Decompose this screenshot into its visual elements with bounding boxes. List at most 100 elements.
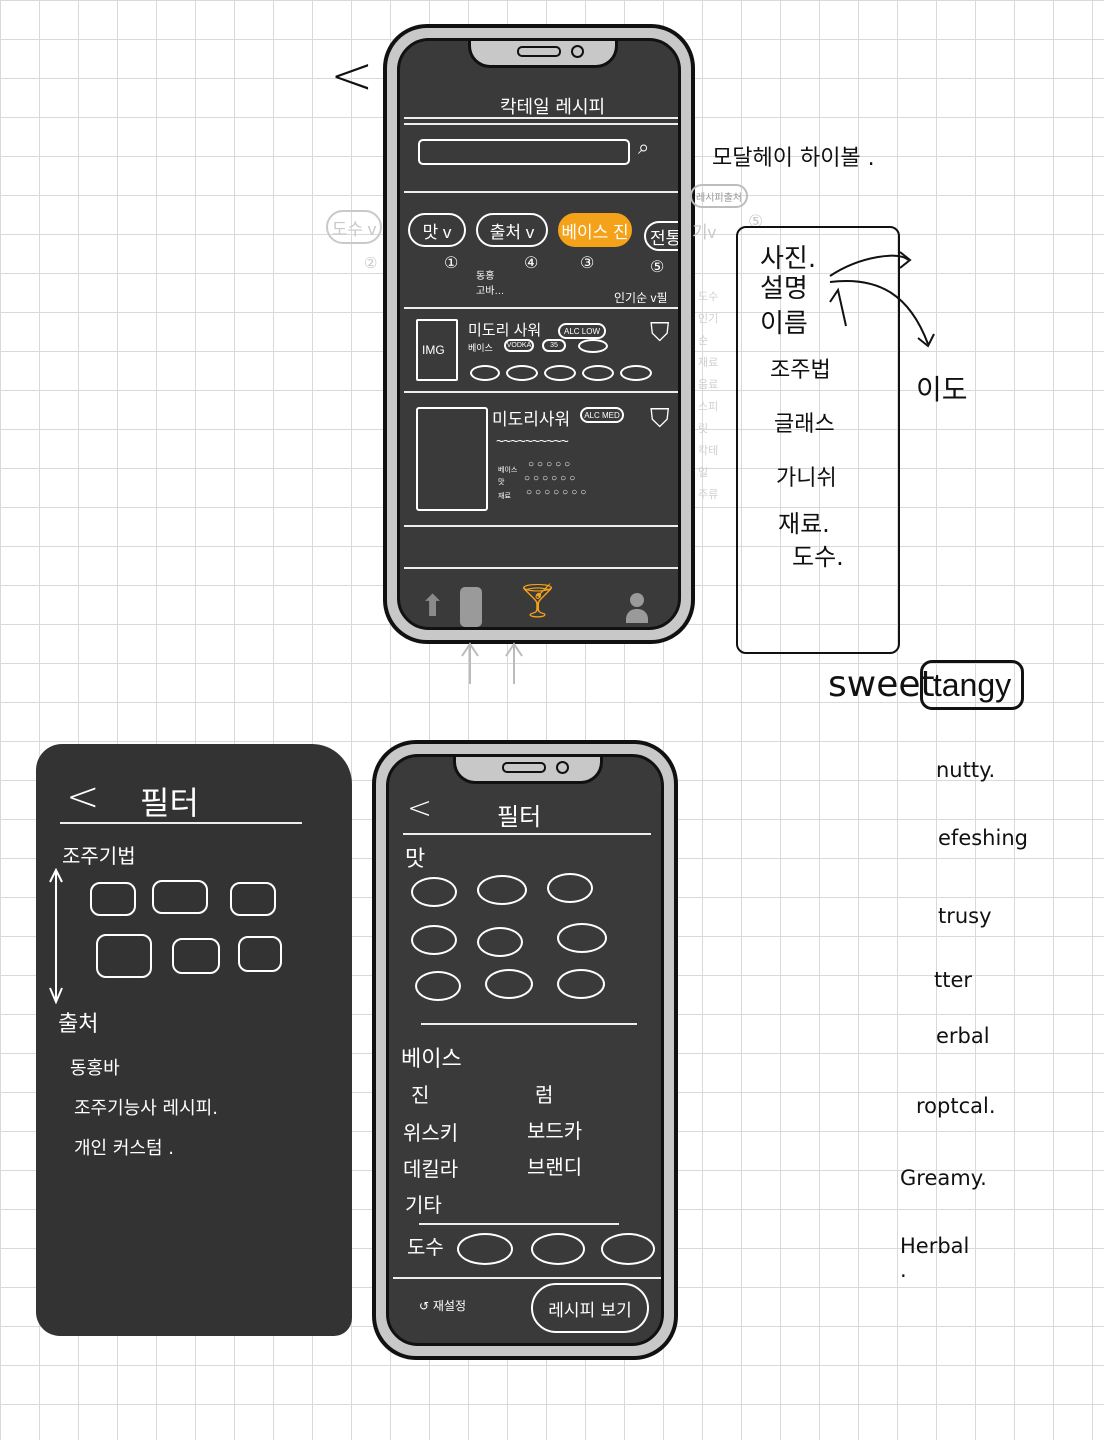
taste-option[interactable]	[557, 923, 607, 953]
scroll-arrow	[49, 868, 63, 1005]
taste-option[interactable]	[477, 927, 523, 957]
ghost-chip-number: ②	[364, 255, 378, 272]
panel-item: 가니쉬	[776, 466, 837, 491]
taste-word: erbal	[936, 1024, 990, 1048]
cocktail-glass-icon[interactable]: 🍸︎	[516, 581, 559, 621]
taste-option[interactable]	[411, 877, 457, 907]
option-box[interactable]	[90, 882, 136, 916]
divider	[403, 833, 651, 835]
annotation-recipe-tag: 레시피출처	[690, 184, 748, 208]
recipe-name[interactable]: 미도리 사워	[468, 319, 541, 340]
divider	[404, 117, 678, 119]
annotation-arrows	[829, 251, 935, 348]
tag-chip	[470, 365, 500, 381]
filter-phone-screen: < 필터 맛 베이스 진 럼 위스키 보드카 데킬라 브랜디 기타 도수 ↺ 재…	[386, 754, 664, 1346]
panel-item: 도수.	[792, 543, 844, 571]
recipe-description: ~~~~~~~~~~	[496, 433, 569, 449]
option-box[interactable]	[96, 934, 152, 978]
recipe-image	[416, 407, 488, 511]
abv-option[interactable]	[457, 1233, 513, 1265]
option-box[interactable]	[238, 936, 282, 972]
home-icon[interactable]: ⬆	[420, 589, 445, 624]
image-placeholder-label: IMG	[422, 343, 445, 357]
phone-notch	[468, 41, 618, 68]
filter-chip-taste[interactable]: 맛 v	[408, 213, 466, 247]
divider	[404, 525, 678, 527]
back-chevron: <	[330, 46, 374, 106]
filter-chip-source[interactable]: 출처 v	[476, 213, 548, 247]
filter-chip-base[interactable]: 베이스 진	[558, 213, 632, 247]
chip-number: ⑤	[650, 259, 665, 276]
tag-chip	[544, 365, 576, 381]
option-box[interactable]	[172, 938, 220, 974]
base-option[interactable]: 보드카	[527, 1115, 582, 1144]
bookmark-icon[interactable]: ⛉	[650, 403, 670, 435]
view-recipes-button[interactable]: 레시피 보기	[531, 1283, 649, 1333]
recipe-name[interactable]: 미도리사워	[492, 405, 570, 430]
base-label: 베이스	[468, 343, 493, 353]
taste-option[interactable]	[411, 925, 457, 955]
base-option[interactable]: 데킬라	[403, 1153, 458, 1182]
abv-option[interactable]	[531, 1233, 585, 1265]
back-button[interactable]: <	[66, 774, 100, 820]
base-option[interactable]: 위스키	[403, 1117, 458, 1146]
base-option[interactable]: 기타	[405, 1189, 442, 1218]
filter-chip-traditional[interactable]: 전통	[644, 221, 678, 251]
taste-word: trusy	[938, 904, 992, 928]
abv-option[interactable]	[601, 1233, 655, 1265]
annotation-arrows	[461, 642, 523, 684]
fridge-icon[interactable]	[460, 587, 482, 627]
base-option[interactable]: 럼	[535, 1079, 553, 1108]
divider	[404, 307, 678, 309]
taste-word: tter	[934, 968, 973, 992]
ghost-side-list: 도수 인기순 재료 음료 스피릿 칵테일 주류	[698, 291, 719, 501]
alc-badge: ALC MED	[580, 407, 624, 423]
panel-item: 재료.	[778, 510, 830, 538]
option-box[interactable]	[152, 880, 208, 914]
source-option[interactable]: 동홍바	[70, 1054, 120, 1080]
option-box[interactable]	[230, 882, 276, 916]
taste-tangy: tangy	[920, 660, 1024, 710]
tag-chip	[582, 365, 614, 381]
section-source: 출처	[58, 1012, 99, 1037]
base-option[interactable]: 브랜디	[527, 1151, 582, 1180]
top-phone-frame: 칵테일 레시피 ⌕ 맛 v 출처 v 베이스 진 전통 ① ④ ③ ⑤ 동홍 고…	[383, 24, 695, 644]
taste-sweet: sweet	[828, 664, 935, 705]
base-label: 베이스	[401, 1047, 462, 1072]
chip-number: ④	[524, 255, 539, 272]
search-icon[interactable]: ⌕	[638, 137, 649, 160]
base-option[interactable]: 진	[411, 1079, 429, 1108]
bookmark-icon[interactable]: ⛉	[650, 317, 670, 349]
taste-word: nutty.	[936, 758, 996, 782]
top-phone-screen: 칵테일 레시피 ⌕ 맛 v 출처 v 베이스 진 전통 ① ④ ③ ⑤ 동홍 고…	[397, 38, 681, 630]
sort-dropdown[interactable]: 인기순 v필	[614, 289, 668, 306]
phone-notch	[453, 757, 603, 784]
tag-chip	[506, 365, 538, 381]
reset-button[interactable]: ↺ 재설정	[419, 1297, 466, 1314]
taste-label: 맛	[405, 847, 426, 872]
taste-word: Herbal .	[900, 1234, 970, 1282]
taste-word: efeshing	[938, 826, 1028, 850]
arrow-label: 이도	[916, 373, 968, 406]
filter-title: 필터	[497, 803, 542, 831]
taste-option[interactable]	[547, 873, 593, 903]
taste-option[interactable]	[485, 969, 533, 999]
taste-option[interactable]	[415, 971, 461, 1001]
source-option[interactable]: 조주기능사 레시피.	[74, 1094, 218, 1120]
ingredient-dots: ○○○○○○	[524, 473, 579, 484]
taste-option[interactable]	[557, 969, 605, 999]
tag-chip	[620, 365, 652, 381]
ingredient-dots: ○○○○○	[528, 459, 574, 470]
source-subtext: 동홍 고바…	[476, 271, 505, 297]
profile-icon[interactable]	[626, 593, 648, 623]
taste-option[interactable]	[477, 875, 527, 905]
panel-title: 필터	[140, 784, 199, 822]
divider	[60, 822, 302, 824]
search-input[interactable]	[418, 139, 630, 165]
panel-item: 글래스	[774, 412, 835, 437]
divider	[404, 391, 678, 393]
chip-number: ①	[444, 255, 459, 272]
taste-word: Greamy.	[900, 1166, 987, 1190]
source-option[interactable]: 개인 커스텀 .	[74, 1134, 174, 1160]
back-button[interactable]: <	[407, 791, 432, 826]
